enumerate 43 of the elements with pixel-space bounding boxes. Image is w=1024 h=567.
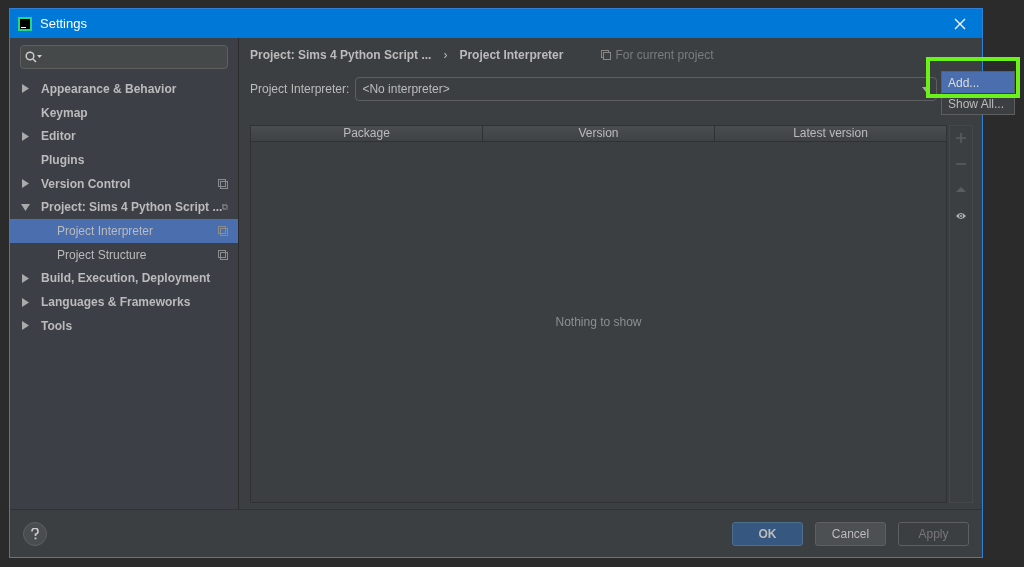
close-icon[interactable] [954,17,966,30]
tree-item[interactable]: Appearance & Behavior [10,77,238,101]
breadcrumb-item: Project Interpreter [459,47,564,64]
copy-icon [218,225,228,236]
interpreter-label: Project Interpreter: [250,81,350,98]
copy-icon [218,249,228,260]
interpreter-dropdown[interactable]: <No interpreter> [355,77,938,101]
expanded-arrow-icon[interactable] [21,202,30,212]
tree-item[interactable]: Languages & Frameworks [10,290,238,314]
tree-item[interactable]: Project: Sims 4 Python Script ... [10,195,238,220]
breadcrumb-separator: › [443,47,448,64]
tree-item[interactable]: Build, Execution, Deployment [10,266,238,291]
window-title: Settings [40,14,87,33]
collapsed-arrow-icon[interactable] [21,321,30,331]
tree-item[interactable]: Plugins [10,148,238,172]
collapsed-arrow-icon[interactable] [21,297,30,307]
search-icon [25,51,43,63]
menu-item[interactable]: Add... [942,72,1014,93]
search-field[interactable] [20,45,228,69]
collapsed-arrow-icon[interactable] [21,84,30,94]
tree-item[interactable]: Project Structure [10,242,238,267]
column-header[interactable]: Latest version [714,126,946,141]
collapsed-arrow-icon[interactable] [21,179,30,189]
menu-item[interactable]: Show All... [942,93,1014,114]
copy-icon [601,50,612,60]
column-header[interactable]: Version [482,126,714,141]
question-mark-icon [31,527,39,540]
copy-icon [222,202,228,213]
tree-item[interactable]: Version Control [10,171,238,196]
dialog-button[interactable]: OK [732,521,803,546]
app-logo-icon [18,16,32,31]
help-button[interactable] [23,521,47,546]
tree-item[interactable]: Editor [10,124,238,149]
breadcrumb-item[interactable]: Project: Sims 4 Python Script ... [250,46,432,64]
dialog-button[interactable]: Cancel [815,521,886,546]
collapsed-arrow-icon[interactable] [21,273,30,283]
tree-item[interactable]: Keymap [10,100,238,125]
collapsed-arrow-icon[interactable] [21,131,30,141]
tree-item[interactable]: Tools [10,313,238,338]
empty-table-message: Nothing to show [555,314,642,331]
column-header[interactable]: Package [251,126,482,141]
copy-icon [218,178,228,189]
scope-note: For current project [615,47,714,64]
